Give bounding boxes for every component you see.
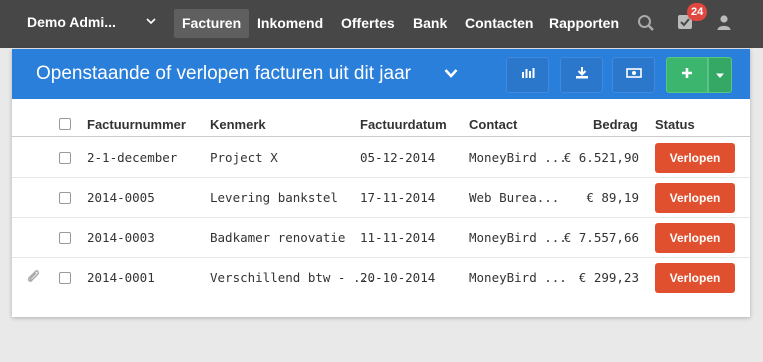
status-badge[interactable]: Verlopen <box>655 183 735 213</box>
invoice-amount: € 6.521,90 <box>563 150 639 165</box>
chart-button[interactable] <box>506 57 549 93</box>
invoice-amount: € 299,23 <box>578 270 639 285</box>
col-kenmerk[interactable]: Kenmerk <box>210 117 266 132</box>
invoice-reference: Project X <box>210 150 278 165</box>
status-badge[interactable]: Verlopen <box>655 143 735 173</box>
header-divider <box>12 136 750 137</box>
invoice-amount: € 7.557,66 <box>563 230 639 245</box>
invoice-date: 11-11-2014 <box>360 230 436 245</box>
invoice-reference: Levering bankstel <box>210 190 338 205</box>
invoice-amount: € 89,19 <box>586 190 639 205</box>
row-checkbox[interactable] <box>59 272 71 284</box>
invoice-number[interactable]: 2014-0005 <box>87 190 155 205</box>
row-checkbox[interactable] <box>59 152 71 164</box>
invoice-number[interactable]: 2014-0003 <box>87 230 155 245</box>
invoice-number[interactable]: 2-1-december <box>87 150 177 165</box>
caret-down-icon[interactable] <box>444 66 458 84</box>
col-factuurdatum[interactable]: Factuurdatum <box>360 117 447 132</box>
row-checkbox[interactable] <box>59 232 71 244</box>
download-button[interactable] <box>560 57 603 93</box>
table-row[interactable]: 2014-0005 Levering bankstel 17-11-2014 W… <box>12 178 750 218</box>
invoice-reference: Badkamer renovatie <box>210 230 346 245</box>
paperclip-icon[interactable] <box>26 268 40 289</box>
col-contact[interactable]: Contact <box>469 117 517 132</box>
table-row[interactable]: 2014-0003 Badkamer renovatie 11-11-2014 … <box>12 218 750 258</box>
table-row[interactable]: 2-1-december Project X 05-12-2014 MoneyB… <box>12 138 750 178</box>
nav-inkomend[interactable]: Inkomend <box>249 9 331 38</box>
invoice-contact: Web Burea... <box>469 190 560 205</box>
nav-contacten[interactable]: Contacten <box>457 9 541 38</box>
add-options-dropdown[interactable] <box>708 57 732 93</box>
nav-facturen[interactable]: Facturen <box>174 9 250 38</box>
add-invoice-button[interactable] <box>666 57 708 93</box>
panel-title[interactable]: Openstaande of verlopen facturen uit dit… <box>36 63 411 85</box>
select-all-checkbox[interactable] <box>59 118 71 130</box>
caret-down-icon <box>715 66 725 84</box>
invoices-panel: Openstaande of verlopen facturen uit dit… <box>12 49 750 317</box>
nav-rapporten[interactable]: Rapporten <box>541 9 627 38</box>
plus-icon <box>681 66 693 84</box>
brand-name[interactable]: Demo Admi... <box>27 14 116 30</box>
status-badge[interactable]: Verlopen <box>655 223 735 253</box>
top-navbar: Demo Admi... Facturen Inkomend Offertes … <box>0 0 763 48</box>
invoice-date: 17-11-2014 <box>360 190 436 205</box>
nav-offertes[interactable]: Offertes <box>333 9 403 38</box>
notification-badge: 24 <box>687 3 708 21</box>
row-checkbox[interactable] <box>59 192 71 204</box>
invoice-number[interactable]: 2014-0001 <box>87 270 155 285</box>
col-bedrag[interactable]: Bedrag <box>593 117 638 132</box>
nav-bank[interactable]: Bank <box>405 9 455 38</box>
brand-caret-icon[interactable] <box>146 15 156 29</box>
chart-icon <box>521 66 535 84</box>
col-factuurnummer[interactable]: Factuurnummer <box>87 117 186 132</box>
download-icon <box>575 66 589 84</box>
money-button[interactable] <box>612 57 655 93</box>
table-row[interactable]: 2014-0001 Verschillend btw - ... 20-10-2… <box>12 258 750 298</box>
panel-header: Openstaande of verlopen facturen uit dit… <box>12 49 750 99</box>
invoice-date: 20-10-2014 <box>360 270 436 285</box>
money-icon <box>625 66 642 84</box>
search-icon[interactable] <box>637 14 657 34</box>
status-badge[interactable]: Verlopen <box>655 263 735 293</box>
user-icon[interactable] <box>716 14 736 34</box>
invoice-date: 05-12-2014 <box>360 150 436 165</box>
col-status[interactable]: Status <box>655 117 695 132</box>
invoice-reference: Verschillend btw - ... <box>210 270 376 285</box>
